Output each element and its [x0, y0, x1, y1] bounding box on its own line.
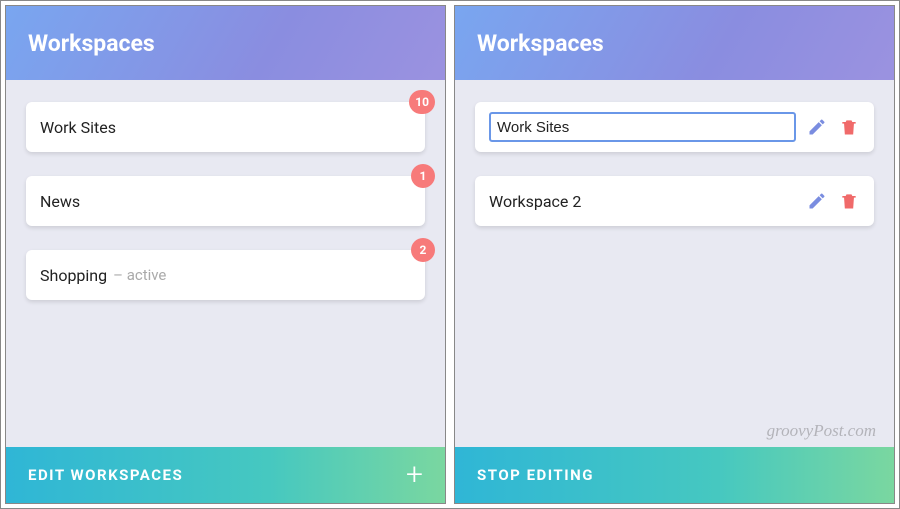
workspace-item-editing: [475, 102, 874, 152]
trash-icon[interactable]: [838, 116, 860, 138]
count-badge: 1: [411, 164, 435, 188]
panel-view-mode: Workspaces Work Sites 10 News 1 Shopping…: [5, 5, 446, 504]
workspace-item[interactable]: Work Sites 10: [26, 102, 425, 152]
workspace-edit-list: Workspace 2: [455, 80, 894, 447]
workspace-name-input[interactable]: [489, 112, 796, 142]
workspace-list: Work Sites 10 News 1 Shopping – active 2: [6, 80, 445, 447]
edit-workspaces-button[interactable]: EDIT WORKSPACES: [28, 466, 183, 484]
workspace-label: Work Sites: [40, 118, 116, 137]
footer-bar[interactable]: STOP EDITING: [455, 447, 894, 503]
workspace-item: Workspace 2: [475, 176, 874, 226]
trash-icon[interactable]: [838, 190, 860, 212]
count-badge: 10: [409, 90, 435, 114]
footer-bar[interactable]: EDIT WORKSPACES +: [6, 447, 445, 503]
pencil-icon[interactable]: [806, 190, 828, 212]
pencil-icon[interactable]: [806, 116, 828, 138]
add-workspace-icon[interactable]: +: [406, 460, 423, 490]
workspace-label: News: [40, 192, 80, 211]
workspace-label: Workspace 2: [489, 192, 796, 211]
screenshot-container: Workspaces Work Sites 10 News 1 Shopping…: [0, 0, 900, 509]
header: Workspaces: [455, 6, 894, 80]
edit-row: [489, 112, 860, 142]
header-title: Workspaces: [28, 30, 155, 57]
count-badge: 2: [411, 238, 435, 262]
workspace-item[interactable]: Shopping – active 2: [26, 250, 425, 300]
panel-edit-mode: Workspaces Workspace 2: [454, 5, 895, 504]
workspace-item[interactable]: News 1: [26, 176, 425, 226]
header-title: Workspaces: [477, 30, 604, 57]
workspace-status: – active: [113, 266, 166, 284]
header: Workspaces: [6, 6, 445, 80]
workspace-label: Shopping: [40, 266, 107, 285]
edit-row: Workspace 2: [489, 190, 860, 212]
stop-editing-button[interactable]: STOP EDITING: [477, 466, 594, 484]
